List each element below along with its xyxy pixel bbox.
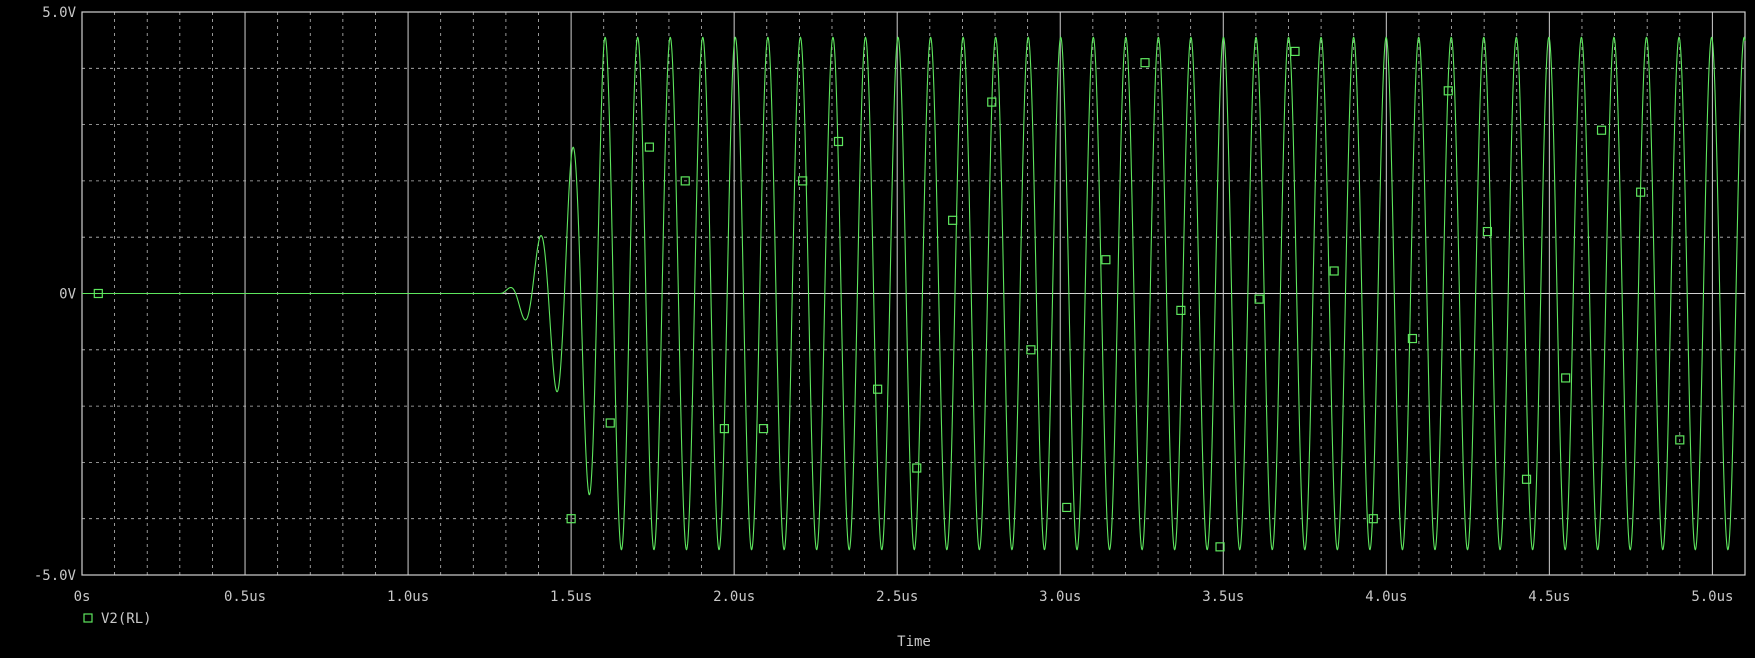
x-tick-label: 2.0us [713, 589, 755, 605]
waveform-plot: 0s 0.5us 1.0us 1.5us 2.0us 2.5us 3.0us 3.5us 4.0… [0, 0, 1755, 658]
x-tick-label: 1.5us [550, 589, 592, 605]
x-tick-label: 0s [74, 589, 91, 605]
y-tick-label: 0V [59, 287, 76, 303]
legend-label: V2(RL) [101, 611, 152, 627]
x-tick-label: 3.0us [1039, 589, 1081, 605]
y-tick-label: 5.0V [42, 5, 76, 21]
x-tick-label: 3.5us [1202, 589, 1244, 605]
y-tick-label: -5.0V [34, 568, 77, 584]
x-tick-label: 4.0us [1365, 589, 1407, 605]
x-tick-label: 5.0us [1691, 589, 1733, 605]
x-tick-label: 4.5us [1528, 589, 1570, 605]
x-tick-label: 0.5us [224, 589, 266, 605]
x-axis-title: Time [897, 634, 931, 650]
x-tick-label: 2.5us [876, 589, 918, 605]
x-tick-label: 1.0us [387, 589, 429, 605]
plot-background [0, 0, 1755, 658]
